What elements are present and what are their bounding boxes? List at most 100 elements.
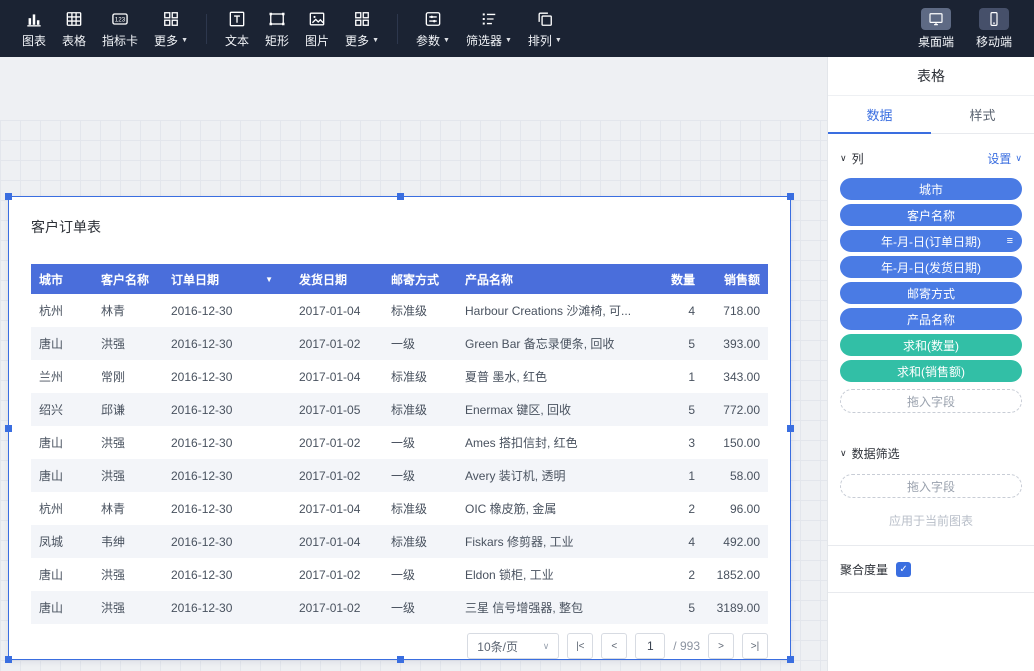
table-cell: 标准级 [383, 492, 457, 525]
table-cell: 邱谦 [93, 393, 163, 426]
table-cell: 2017-01-04 [291, 360, 383, 393]
field-pill-label: 城市 [919, 181, 943, 198]
table-row[interactable]: 杭州林青2016-12-302017-01-04标准级OIC 橡皮筋, 金属29… [31, 492, 768, 525]
table-row[interactable]: 唐山洪强2016-12-302017-01-02一级Avery 装订机, 透明1… [31, 459, 768, 492]
page-size-select[interactable]: 10条/页 ∨ [467, 633, 559, 659]
table-row[interactable]: 唐山洪强2016-12-302017-01-02一级Ames 搭扣信封, 红色3… [31, 426, 768, 459]
field-pill[interactable]: 城市 [840, 178, 1022, 200]
resize-handle[interactable] [397, 656, 404, 663]
filter-button[interactable]: 筛选器▼ [458, 4, 520, 53]
tool-label: 文本 [225, 32, 249, 49]
prev-page-button[interactable]: < [601, 633, 627, 659]
filter-section-header[interactable]: ∨ 数据筛选 [840, 445, 900, 462]
total-pages-label: / 993 [673, 639, 700, 653]
table-cell: 洪强 [93, 459, 163, 492]
table-cell: Green Bar 备忘录便条, 回收 [457, 327, 653, 360]
table-cell: 常刚 [93, 360, 163, 393]
table-cell: 58.00 [703, 459, 768, 492]
rectangle-tool-button[interactable]: 矩形 [257, 4, 297, 53]
current-page-input[interactable]: 1 [635, 633, 665, 659]
sort-caret-icon[interactable]: ▼ [265, 275, 273, 284]
toolbar-separator [206, 14, 207, 44]
table-row[interactable]: 凤城韦绅2016-12-302017-01-04标准级Fiskars 修剪器, … [31, 525, 768, 558]
table-cell: 2016-12-30 [163, 492, 291, 525]
desktop-mode-button[interactable]: 桌面端 [918, 8, 954, 50]
column-header[interactable]: 邮寄方式 [383, 264, 457, 294]
table-cell: 林青 [93, 294, 163, 327]
device-label: 桌面端 [918, 33, 954, 50]
filter-dropzone[interactable]: 拖入字段 [840, 474, 1022, 498]
image-tool-button[interactable]: 图片 [297, 4, 337, 53]
table-cell: 一级 [383, 459, 457, 492]
mobile-mode-button[interactable]: 移动端 [976, 8, 1012, 50]
chevron-down-icon: ∨ [543, 641, 550, 652]
more-shapes-button[interactable]: 更多▼ [146, 4, 196, 53]
column-header[interactable]: 销售额 [703, 264, 768, 294]
column-dropzone[interactable]: 拖入字段 [840, 389, 1022, 413]
table-row[interactable]: 唐山洪强2016-12-302017-01-02一级Green Bar 备忘录便… [31, 327, 768, 360]
field-pill[interactable]: 年-月-日(发货日期) [840, 256, 1022, 278]
next-page-button[interactable]: > [708, 633, 734, 659]
table-cell: 2016-12-30 [163, 294, 291, 327]
field-pill[interactable]: 年-月-日(订单日期)≡ [840, 230, 1022, 252]
resize-handle[interactable] [397, 193, 404, 200]
tab-data[interactable]: 数据 [828, 96, 931, 133]
table-cell: 393.00 [703, 327, 768, 360]
table-cell: 5 [653, 393, 703, 426]
device-label: 移动端 [976, 33, 1012, 50]
columns-section-header[interactable]: ∨ 列 [840, 150, 864, 167]
settings-link[interactable]: 设置 ∨ [987, 150, 1022, 167]
custom-sort-icon[interactable]: ≡ [1007, 236, 1013, 247]
resize-handle[interactable] [787, 656, 794, 663]
field-pill[interactable]: 求和(数量) [840, 334, 1022, 356]
arrange-button[interactable]: 排列▼ [520, 4, 570, 53]
table-cell: 2017-01-04 [291, 294, 383, 327]
field-pill[interactable]: 求和(销售额) [840, 360, 1022, 382]
resize-handle[interactable] [787, 425, 794, 432]
table-cell: 2017-01-02 [291, 591, 383, 624]
resize-handle[interactable] [5, 193, 12, 200]
table-row[interactable]: 杭州林青2016-12-302017-01-04标准级Harbour Creat… [31, 294, 768, 327]
more-media-button[interactable]: 更多▼ [337, 4, 387, 53]
table-row[interactable]: 绍兴邱谦2016-12-302017-01-05标准级Enermax 键区, 回… [31, 393, 768, 426]
table-cell: 标准级 [383, 294, 457, 327]
table-cell: 兰州 [31, 360, 93, 393]
table-cell: 2016-12-30 [163, 525, 291, 558]
column-header[interactable]: 客户名称 [93, 264, 163, 294]
field-pill[interactable]: 客户名称 [840, 204, 1022, 226]
column-header[interactable]: 城市 [31, 264, 93, 294]
resize-handle[interactable] [5, 425, 12, 432]
table-tool-button[interactable]: 表格 [54, 4, 94, 53]
table-row[interactable]: 唐山洪强2016-12-302017-01-02一级三星 信号增强器, 整包53… [31, 591, 768, 624]
table-cell: 洪强 [93, 591, 163, 624]
table-row[interactable]: 唐山洪强2016-12-302017-01-02一级Eldon 锁柜, 工业21… [31, 558, 768, 591]
first-page-button[interactable]: |< [567, 633, 593, 659]
table-cell: 2016-12-30 [163, 327, 291, 360]
resize-handle[interactable] [5, 656, 12, 663]
table-cell: 杭州 [31, 492, 93, 525]
field-pill[interactable]: 产品名称 [840, 308, 1022, 330]
parameters-button[interactable]: 参数▼ [408, 4, 458, 53]
field-pill[interactable]: 邮寄方式 [840, 282, 1022, 304]
table-widget[interactable]: 客户订单表 城市 客户名称 [8, 196, 791, 660]
text-tool-button[interactable]: 文本 [217, 4, 257, 53]
table-cell: 3 [653, 426, 703, 459]
tab-style[interactable]: 样式 [931, 96, 1034, 133]
table-row[interactable]: 兰州常刚2016-12-302017-01-04标准级夏普 墨水, 红色1343… [31, 360, 768, 393]
chart-tool-button[interactable]: 图表 [14, 4, 54, 53]
table-cell: 772.00 [703, 393, 768, 426]
column-header[interactable]: 产品名称 [457, 264, 653, 294]
tool-label: 参数▼ [416, 32, 450, 49]
field-pill-label: 求和(数量) [903, 337, 959, 354]
last-page-button[interactable]: >| [742, 633, 768, 659]
dashboard-canvas[interactable]: 客户订单表 城市 客户名称 [0, 57, 827, 671]
table-cell: 3189.00 [703, 591, 768, 624]
column-header[interactable]: 数量 [653, 264, 703, 294]
aggregate-checkbox[interactable]: ✓ [896, 562, 911, 577]
table-cell: 2016-12-30 [163, 426, 291, 459]
resize-handle[interactable] [787, 193, 794, 200]
column-header[interactable]: 订单日期 ▼ [163, 264, 291, 294]
column-header[interactable]: 发货日期 [291, 264, 383, 294]
table-cell: 2 [653, 558, 703, 591]
kpi-card-tool-button[interactable]: 123 指标卡 [94, 4, 146, 53]
